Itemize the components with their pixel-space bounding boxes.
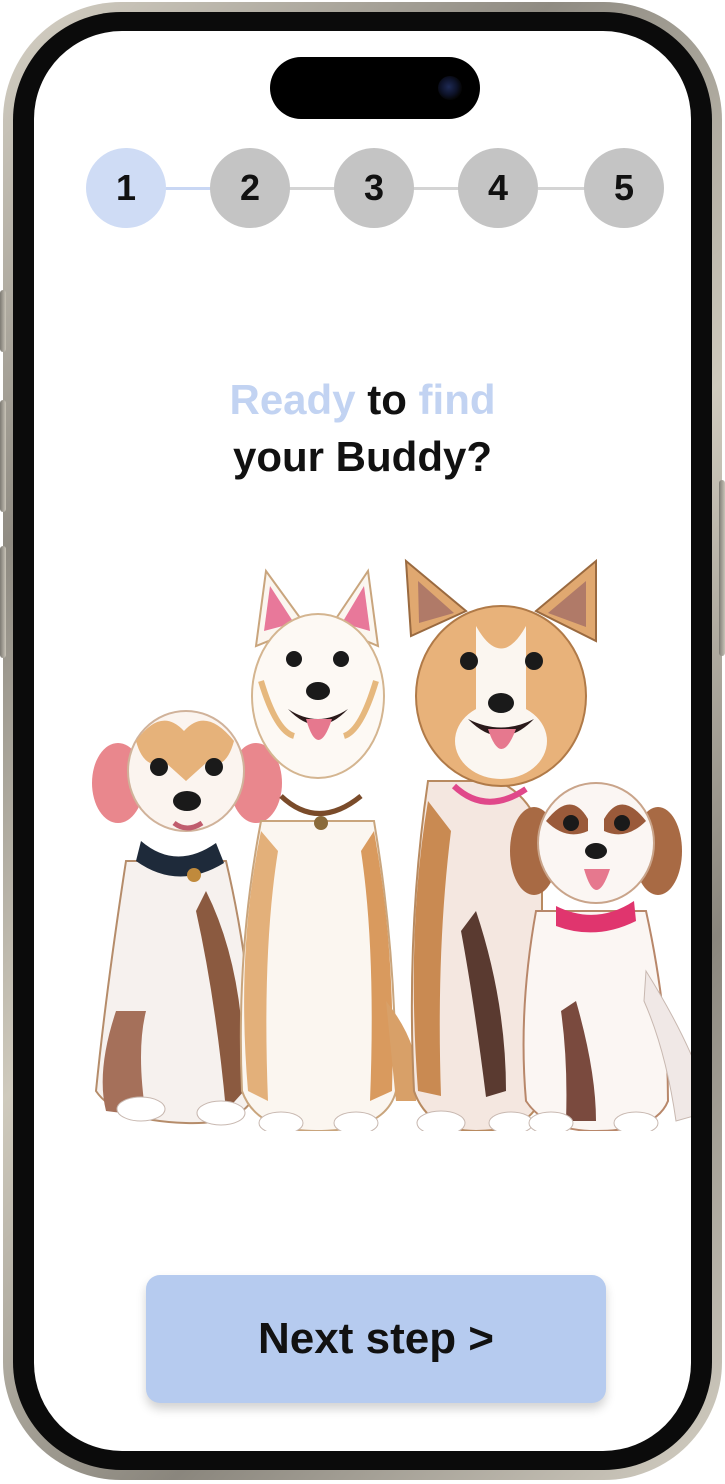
headline-word-find: find — [418, 376, 496, 423]
dogs-illustration — [92, 558, 691, 1131]
camera-icon — [438, 76, 462, 100]
step-2[interactable]: 2 — [210, 148, 290, 228]
step-connector — [538, 187, 586, 190]
dog-2-illustration — [239, 568, 418, 1131]
headline-line-1: Ready to find — [34, 371, 691, 428]
headline-word-to: to — [367, 376, 407, 423]
power-button — [719, 480, 725, 656]
phone-bezel: 1 2 3 4 5 Ready to find your Buddy? Next… — [13, 12, 712, 1470]
step-connector — [164, 187, 212, 190]
progress-stepper: 1 2 3 4 5 — [86, 148, 666, 228]
step-connector — [288, 187, 336, 190]
phone-frame: 1 2 3 4 5 Ready to find your Buddy? Next… — [0, 2, 725, 1480]
action-button — [0, 290, 6, 352]
page-title: Ready to find your Buddy? — [34, 371, 691, 485]
next-step-button[interactable]: Next step > — [146, 1275, 606, 1403]
step-5[interactable]: 5 — [584, 148, 664, 228]
dynamic-island — [270, 57, 480, 119]
headline-word-ready: Ready — [229, 376, 356, 423]
volume-down-button — [0, 546, 6, 658]
step-1[interactable]: 1 — [86, 148, 166, 228]
headline-line-2: your Buddy? — [233, 433, 492, 480]
dog-4-illustration — [510, 782, 691, 1131]
step-connector — [412, 187, 460, 190]
step-4[interactable]: 4 — [458, 148, 538, 228]
volume-up-button — [0, 400, 6, 512]
step-3[interactable]: 3 — [334, 148, 414, 228]
screen: 1 2 3 4 5 Ready to find your Buddy? Next… — [34, 31, 691, 1451]
